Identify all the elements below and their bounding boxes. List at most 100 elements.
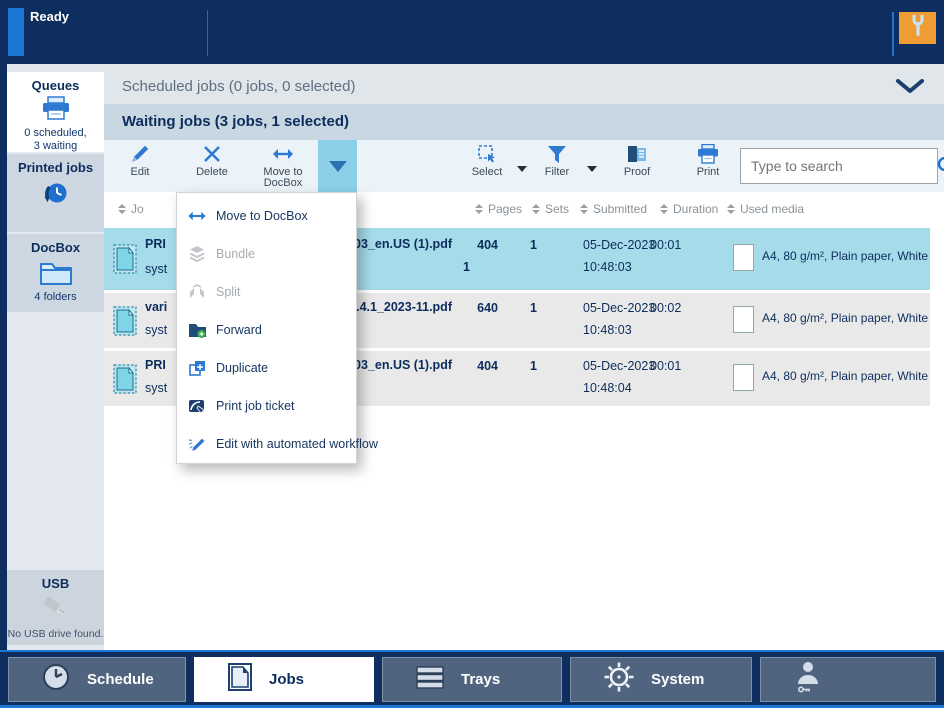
bottom-tab-bar: Schedule Jobs Trays	[0, 650, 944, 708]
filter-button[interactable]: Filter	[532, 144, 582, 190]
docbox-folder-count: 4 folders	[7, 291, 104, 304]
tab-jobs-label: Jobs	[269, 671, 304, 688]
edit-button[interactable]: Edit	[112, 144, 168, 190]
select-caret-icon[interactable]	[517, 166, 527, 172]
printed-jobs-title: Printed jobs	[7, 160, 104, 175]
print-button[interactable]: Print	[680, 144, 736, 190]
menu-item-split[interactable]: Split	[177, 273, 356, 311]
menu-item-duplicate[interactable]: Duplicate	[177, 349, 356, 387]
jobs-main-area: Scheduled jobs (0 jobs, 0 selected) Wait…	[104, 70, 944, 652]
job-duration: 00:01	[650, 238, 681, 252]
search-input[interactable]	[741, 158, 936, 174]
duplicate-copy-icon	[187, 359, 207, 377]
job-name-start: PRI	[145, 237, 166, 251]
clock-icon	[41, 662, 71, 697]
menu-item-move-to-docbox[interactable]: Move to DocBox	[177, 197, 356, 235]
column-pages[interactable]: Pages	[475, 202, 522, 216]
system-gear-icon	[603, 661, 635, 698]
search-icon[interactable]	[936, 155, 944, 177]
sort-icon	[660, 204, 668, 214]
proof-button[interactable]: Proof	[609, 144, 665, 190]
sort-icon	[475, 204, 483, 214]
scheduled-jobs-section[interactable]: Scheduled jobs (0 jobs, 0 selected)	[104, 70, 944, 104]
bundle-layers-icon	[187, 245, 207, 263]
maintenance-button[interactable]	[899, 12, 936, 44]
select-button[interactable]: Select	[462, 144, 512, 190]
proof-label: Proof	[624, 167, 650, 178]
column-submitted[interactable]: Submitted	[580, 202, 647, 216]
menu-item-forward[interactable]: Forward	[177, 311, 356, 349]
menu-item-print-job-ticket[interactable]: Print job ticket	[177, 387, 356, 425]
waiting-jobs-header: Waiting jobs (3 jobs, 1 selected)	[122, 113, 349, 130]
queues-count-line2: 3 waiting	[7, 140, 104, 153]
filter-label: Filter	[545, 167, 569, 178]
menu-item-edit-automated-workflow[interactable]: Edit with automated workflow	[177, 425, 356, 463]
menu-item-label: Move to DocBox	[216, 209, 308, 223]
queues-title: Queues	[7, 78, 104, 93]
forward-folder-icon	[187, 321, 207, 339]
job-sets: 1	[530, 238, 537, 252]
tab-system[interactable]: System	[570, 657, 752, 702]
tab-jobs[interactable]: Jobs	[194, 657, 374, 702]
column-pages-label: Pages	[488, 202, 522, 216]
job-submitted-time: 10:48:03	[583, 323, 632, 337]
delete-label: Delete	[196, 167, 228, 178]
job-duration: 00:02	[650, 301, 681, 315]
media-swatch[interactable]	[733, 306, 754, 333]
pencil-icon	[130, 144, 150, 164]
printer-status-text: Ready	[30, 9, 69, 24]
menu-item-bundle[interactable]: Bundle	[177, 235, 356, 273]
menu-item-label: Print job ticket	[216, 399, 295, 413]
workflow-pencil-icon	[187, 435, 207, 453]
folder-icon	[7, 259, 104, 291]
column-used-media[interactable]: Used media	[727, 202, 804, 216]
job-used-media: A4, 80 g/m², Plain paper, White	[762, 369, 928, 383]
media-swatch[interactable]	[733, 364, 754, 391]
column-sets-label: Sets	[545, 202, 569, 216]
scheduled-jobs-header: Scheduled jobs (0 jobs, 0 selected)	[122, 78, 355, 95]
column-sets[interactable]: Sets	[532, 202, 569, 216]
sort-icon	[580, 204, 588, 214]
sidebar-item-queues[interactable]: Queues 0 scheduled, 3 waiting	[7, 72, 104, 152]
sidebar-item-printed-jobs[interactable]: Printed jobs	[7, 154, 104, 232]
status-accent-bar	[8, 8, 24, 56]
more-actions-toggle[interactable]	[318, 140, 357, 192]
search-box	[740, 148, 938, 184]
chevron-down-icon[interactable]	[895, 79, 925, 100]
triangle-down-icon	[329, 161, 347, 172]
filter-caret-icon[interactable]	[587, 166, 597, 172]
filter-funnel-icon	[547, 144, 567, 164]
job-document-icon	[112, 243, 138, 280]
tab-trays[interactable]: Trays	[382, 657, 562, 702]
move-arrows-icon	[272, 144, 294, 164]
sort-icon	[118, 204, 126, 214]
column-used-media-label: Used media	[740, 202, 804, 216]
tab-operator-login[interactable]	[760, 657, 936, 702]
media-swatch[interactable]	[733, 244, 754, 271]
tab-system-label: System	[651, 671, 704, 688]
usb-stick-icon	[7, 593, 104, 628]
queues-count-line1: 0 scheduled,	[7, 127, 104, 140]
move-label-line2: DocBox	[264, 178, 303, 189]
column-job-label: Jo	[131, 202, 144, 216]
job-duration: 00:01	[650, 359, 681, 373]
delete-button[interactable]: Delete	[184, 144, 240, 190]
wrench-icon	[909, 13, 927, 44]
printed-jobs-history-icon	[7, 179, 104, 214]
tab-trays-label: Trays	[461, 671, 500, 688]
sidebar-item-usb[interactable]: USB No USB drive found.	[7, 570, 104, 645]
sidebar-item-docbox[interactable]: DocBox 4 folders	[7, 234, 104, 312]
tab-schedule[interactable]: Schedule	[8, 657, 186, 702]
job-pages: 404	[414, 238, 498, 252]
job-document-icon	[112, 305, 138, 342]
more-actions-menu: Move to DocBox Bundle	[176, 192, 357, 464]
column-job-name[interactable]: Jo	[118, 202, 144, 216]
job-sets: 1	[530, 301, 537, 315]
job-name-start: PRI	[145, 358, 166, 372]
move-to-docbox-button[interactable]: Move to DocBox	[255, 144, 311, 190]
menu-item-label: Edit with automated workflow	[216, 437, 378, 451]
topbar-divider-right	[892, 12, 894, 56]
column-duration[interactable]: Duration	[660, 202, 718, 216]
job-used-media: A4, 80 g/m², Plain paper, White	[762, 311, 928, 325]
job-used-media: A4, 80 g/m², Plain paper, White	[762, 249, 928, 263]
